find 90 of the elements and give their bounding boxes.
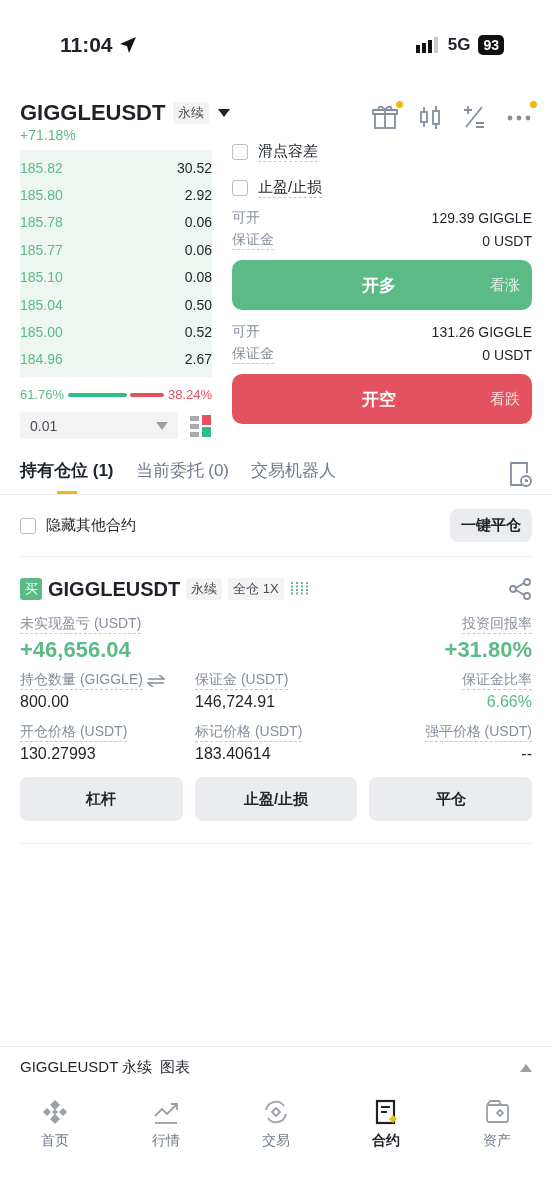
info-value: 129.39 GIGGLE	[431, 209, 532, 226]
nav-label[interactable]: 交易	[261, 1132, 290, 1150]
metric-label: 保证金比率	[462, 671, 532, 691]
order-amount: 0.06	[184, 214, 212, 231]
order-price: 185.04	[20, 296, 63, 313]
metric-label: 开仓价格 (USDT)	[20, 723, 128, 743]
calculator-icon[interactable]	[462, 104, 486, 130]
hide-label: 隐藏其他合约	[46, 516, 136, 536]
order-amount: 30.52	[176, 159, 212, 176]
pnl-label: 未实现盈亏 (USDT)	[20, 615, 142, 635]
position-action-button[interactable]: 止盈/止损	[194, 777, 358, 822]
metric-label: 持仓数量 (GIGGLE)	[20, 671, 143, 691]
chart-toggle-label[interactable]: 图表	[160, 1058, 191, 1077]
buy-ratio: 61.76%	[20, 387, 65, 403]
metric-label: 保证金 (USDT)	[195, 671, 289, 691]
info-value: 0 USDT	[482, 346, 532, 363]
metric-value: 130.27993	[20, 745, 96, 764]
sell-ratio: 38.24%	[167, 387, 212, 403]
swap-icon[interactable]	[146, 674, 165, 687]
contract-tag: 永续	[173, 102, 210, 124]
position-tab[interactable]: 当前委托 (0)	[135, 453, 229, 495]
caret-icon[interactable]	[217, 108, 232, 118]
info-value: 0 USDT	[482, 232, 532, 249]
order-price: 185.10	[20, 269, 63, 286]
option-label: 止盈/止损	[258, 178, 323, 198]
info-label: 可开	[232, 208, 260, 227]
battery-level: 93	[478, 35, 504, 55]
gift-icon[interactable]	[372, 104, 398, 130]
order-price: 185.80	[20, 187, 63, 204]
nav-label[interactable]: 行情	[151, 1132, 180, 1150]
metric-value: 146,724.91	[195, 693, 276, 712]
location-arrow-icon	[118, 36, 137, 54]
metric-label: 标记价格 (USDT)	[195, 723, 303, 743]
info-label: 保证金	[232, 345, 274, 364]
metric-label: 强平价格 (USDT)	[424, 723, 532, 743]
expand-caret-icon[interactable]	[520, 1063, 532, 1072]
roe-label: 投资回报率	[462, 615, 532, 635]
roe-value: +31.80%	[444, 637, 532, 664]
nav-label[interactable]: 首页	[41, 1132, 70, 1150]
history-icon[interactable]	[508, 460, 532, 487]
info-label: 可开	[232, 322, 260, 341]
precision-select[interactable]: 0.01	[20, 412, 178, 440]
order-price: 185.82	[20, 159, 63, 176]
position-symbol: GIGGLEUSDT	[48, 577, 181, 601]
pnl-value: +46,656.04	[20, 637, 131, 664]
option-checkbox[interactable]	[232, 180, 248, 196]
metric-value: --	[521, 745, 532, 764]
sell-ratio-bar	[130, 392, 164, 397]
clock-time: 11:04	[60, 33, 113, 57]
info-value: 131.26 GIGGLE	[431, 323, 532, 340]
metric-value: 800.00	[20, 693, 69, 712]
order-amount: 0.06	[184, 241, 212, 258]
signal-icon	[415, 37, 440, 53]
candlestick-icon[interactable]	[418, 104, 442, 130]
order-amount: 2.67	[184, 351, 212, 368]
metric-value: 6.66%	[486, 693, 532, 712]
order-price: 185.78	[20, 214, 63, 231]
signal-bars-icon	[289, 581, 308, 598]
hide-checkbox[interactable]	[20, 517, 36, 534]
position-tag: 永续	[186, 578, 223, 601]
position-tab[interactable]: 交易机器人	[251, 453, 336, 495]
order-price: 184.96	[20, 351, 63, 368]
chart-symbol: GIGGLEUSDT 永续	[20, 1058, 153, 1077]
close-all-button[interactable]: 一键平仓	[450, 509, 532, 543]
network-label: 5G	[447, 35, 471, 55]
option-label: 滑点容差	[258, 142, 318, 162]
caret-icon	[156, 421, 168, 430]
diamond-logo-icon[interactable]	[41, 1098, 70, 1126]
order-amount: 0.52	[184, 324, 212, 341]
price-change: +71.18%	[20, 127, 76, 143]
book-layout-icon[interactable]	[190, 414, 212, 437]
notification-dot	[530, 101, 537, 108]
metric-value: 183.40614	[195, 745, 271, 764]
symbol-title[interactable]: GIGGLEUSDT	[20, 100, 166, 126]
position-action-button[interactable]: 杠杆	[20, 777, 183, 822]
share-icon[interactable]	[508, 577, 532, 602]
position-action-button[interactable]: 平仓	[369, 777, 532, 822]
buy-badge: 买	[20, 578, 42, 601]
order-amount: 0.50	[184, 296, 212, 313]
info-label: 保证金	[232, 231, 274, 250]
notification-dot	[396, 101, 403, 108]
open-short-button[interactable]: 开空 看跌	[232, 374, 532, 424]
nav-label[interactable]: 资产	[482, 1132, 511, 1150]
order-price: 185.00	[20, 324, 63, 341]
order-amount: 2.92	[184, 187, 212, 204]
order-price: 185.77	[20, 241, 63, 258]
nav-label[interactable]: 合约	[372, 1132, 401, 1150]
order-amount: 0.08	[184, 269, 212, 286]
option-checkbox[interactable]	[232, 144, 248, 160]
position-tag: 全仓 1X	[228, 578, 284, 601]
